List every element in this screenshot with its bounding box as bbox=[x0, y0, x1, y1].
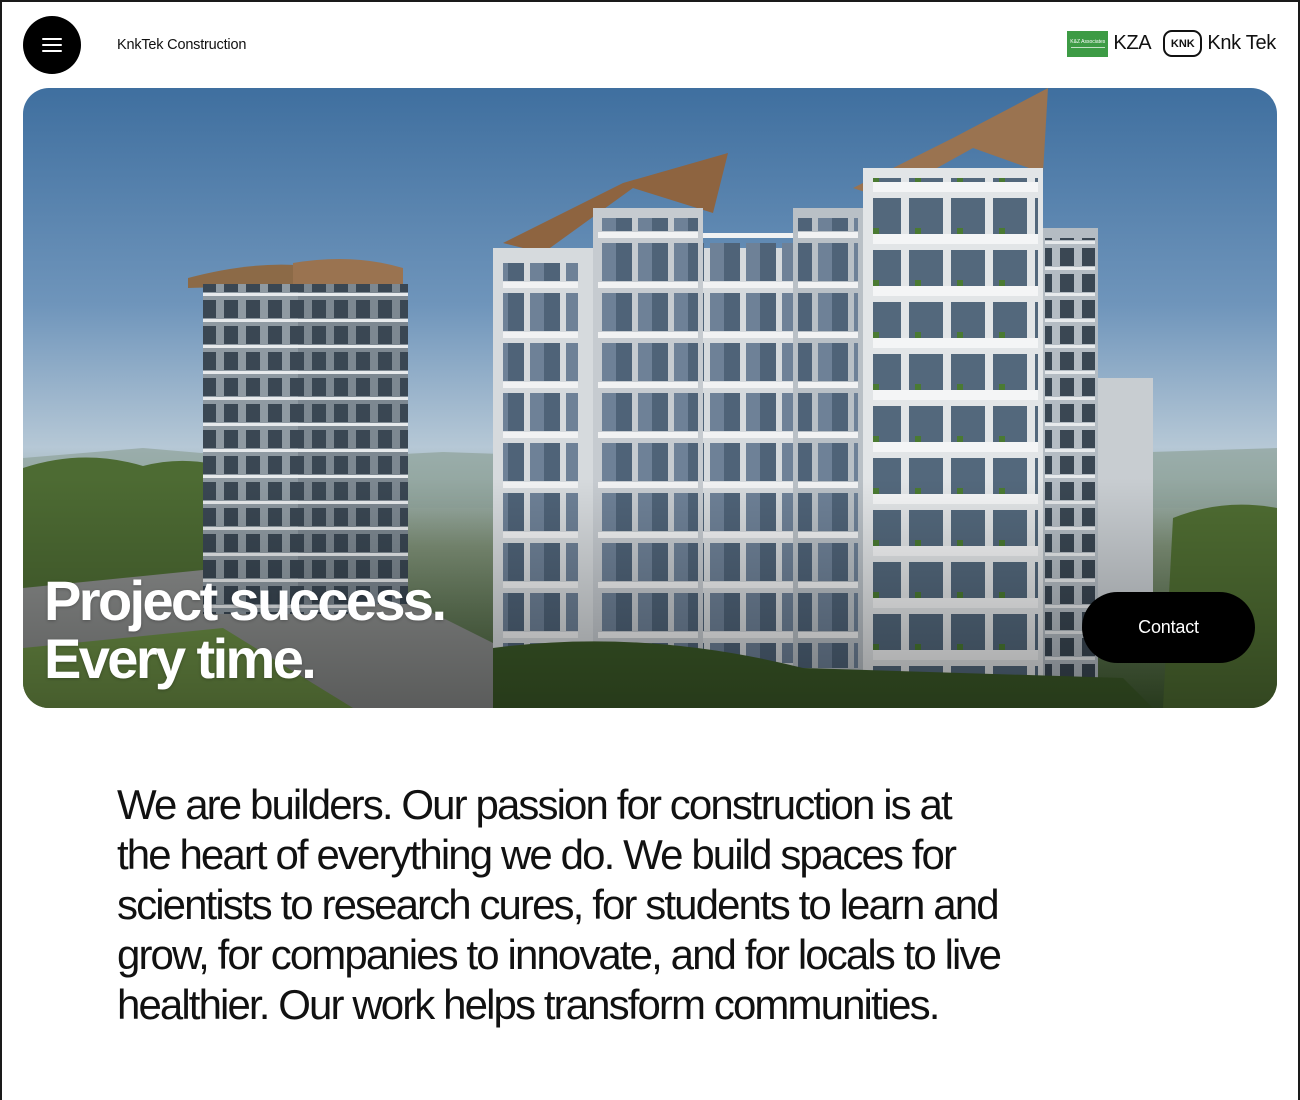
partner-knktek[interactable]: KNK Knk Tek bbox=[1163, 30, 1276, 57]
menu-button[interactable] bbox=[23, 16, 81, 74]
intro-line: healthier. Our work helps transform comm… bbox=[117, 981, 940, 1028]
brand-name[interactable]: KnkTek Construction bbox=[117, 37, 246, 53]
intro-line: scientists to research cures, for studen… bbox=[117, 881, 1000, 928]
contact-button[interactable]: Contact bbox=[1082, 592, 1255, 663]
partner-name-kza: KZA bbox=[1113, 32, 1152, 54]
intro-paragraph: We are builders. Our passion for constru… bbox=[117, 780, 1077, 1030]
intro-line: the heart of everything we do. We build … bbox=[117, 831, 957, 878]
hero-headline-line2: Every time. bbox=[44, 627, 317, 690]
kza-logo-text: K&Z Associates bbox=[1070, 39, 1106, 45]
hamburger-icon bbox=[42, 38, 62, 52]
kza-logo: K&Z Associates bbox=[1067, 30, 1109, 57]
intro-line: We are builders. Our passion for constru… bbox=[117, 781, 953, 828]
partner-name-knktek: Knk Tek bbox=[1207, 32, 1276, 54]
intro-line: grow, for companies to innovate, and for… bbox=[117, 931, 1002, 978]
partner-kza[interactable]: K&Z Associates KZA bbox=[1067, 30, 1152, 57]
hero-headline-line1: Project success. bbox=[44, 569, 447, 632]
knktek-logo: KNK bbox=[1163, 30, 1203, 57]
knktek-logo-text: KNK bbox=[1170, 37, 1195, 50]
hero-banner: Project success. Every time. Contact bbox=[23, 88, 1277, 708]
partner-logos: K&Z Associates KZA KNK Knk Tek bbox=[1067, 30, 1276, 57]
hero-headline: Project success. Every time. bbox=[44, 569, 447, 690]
